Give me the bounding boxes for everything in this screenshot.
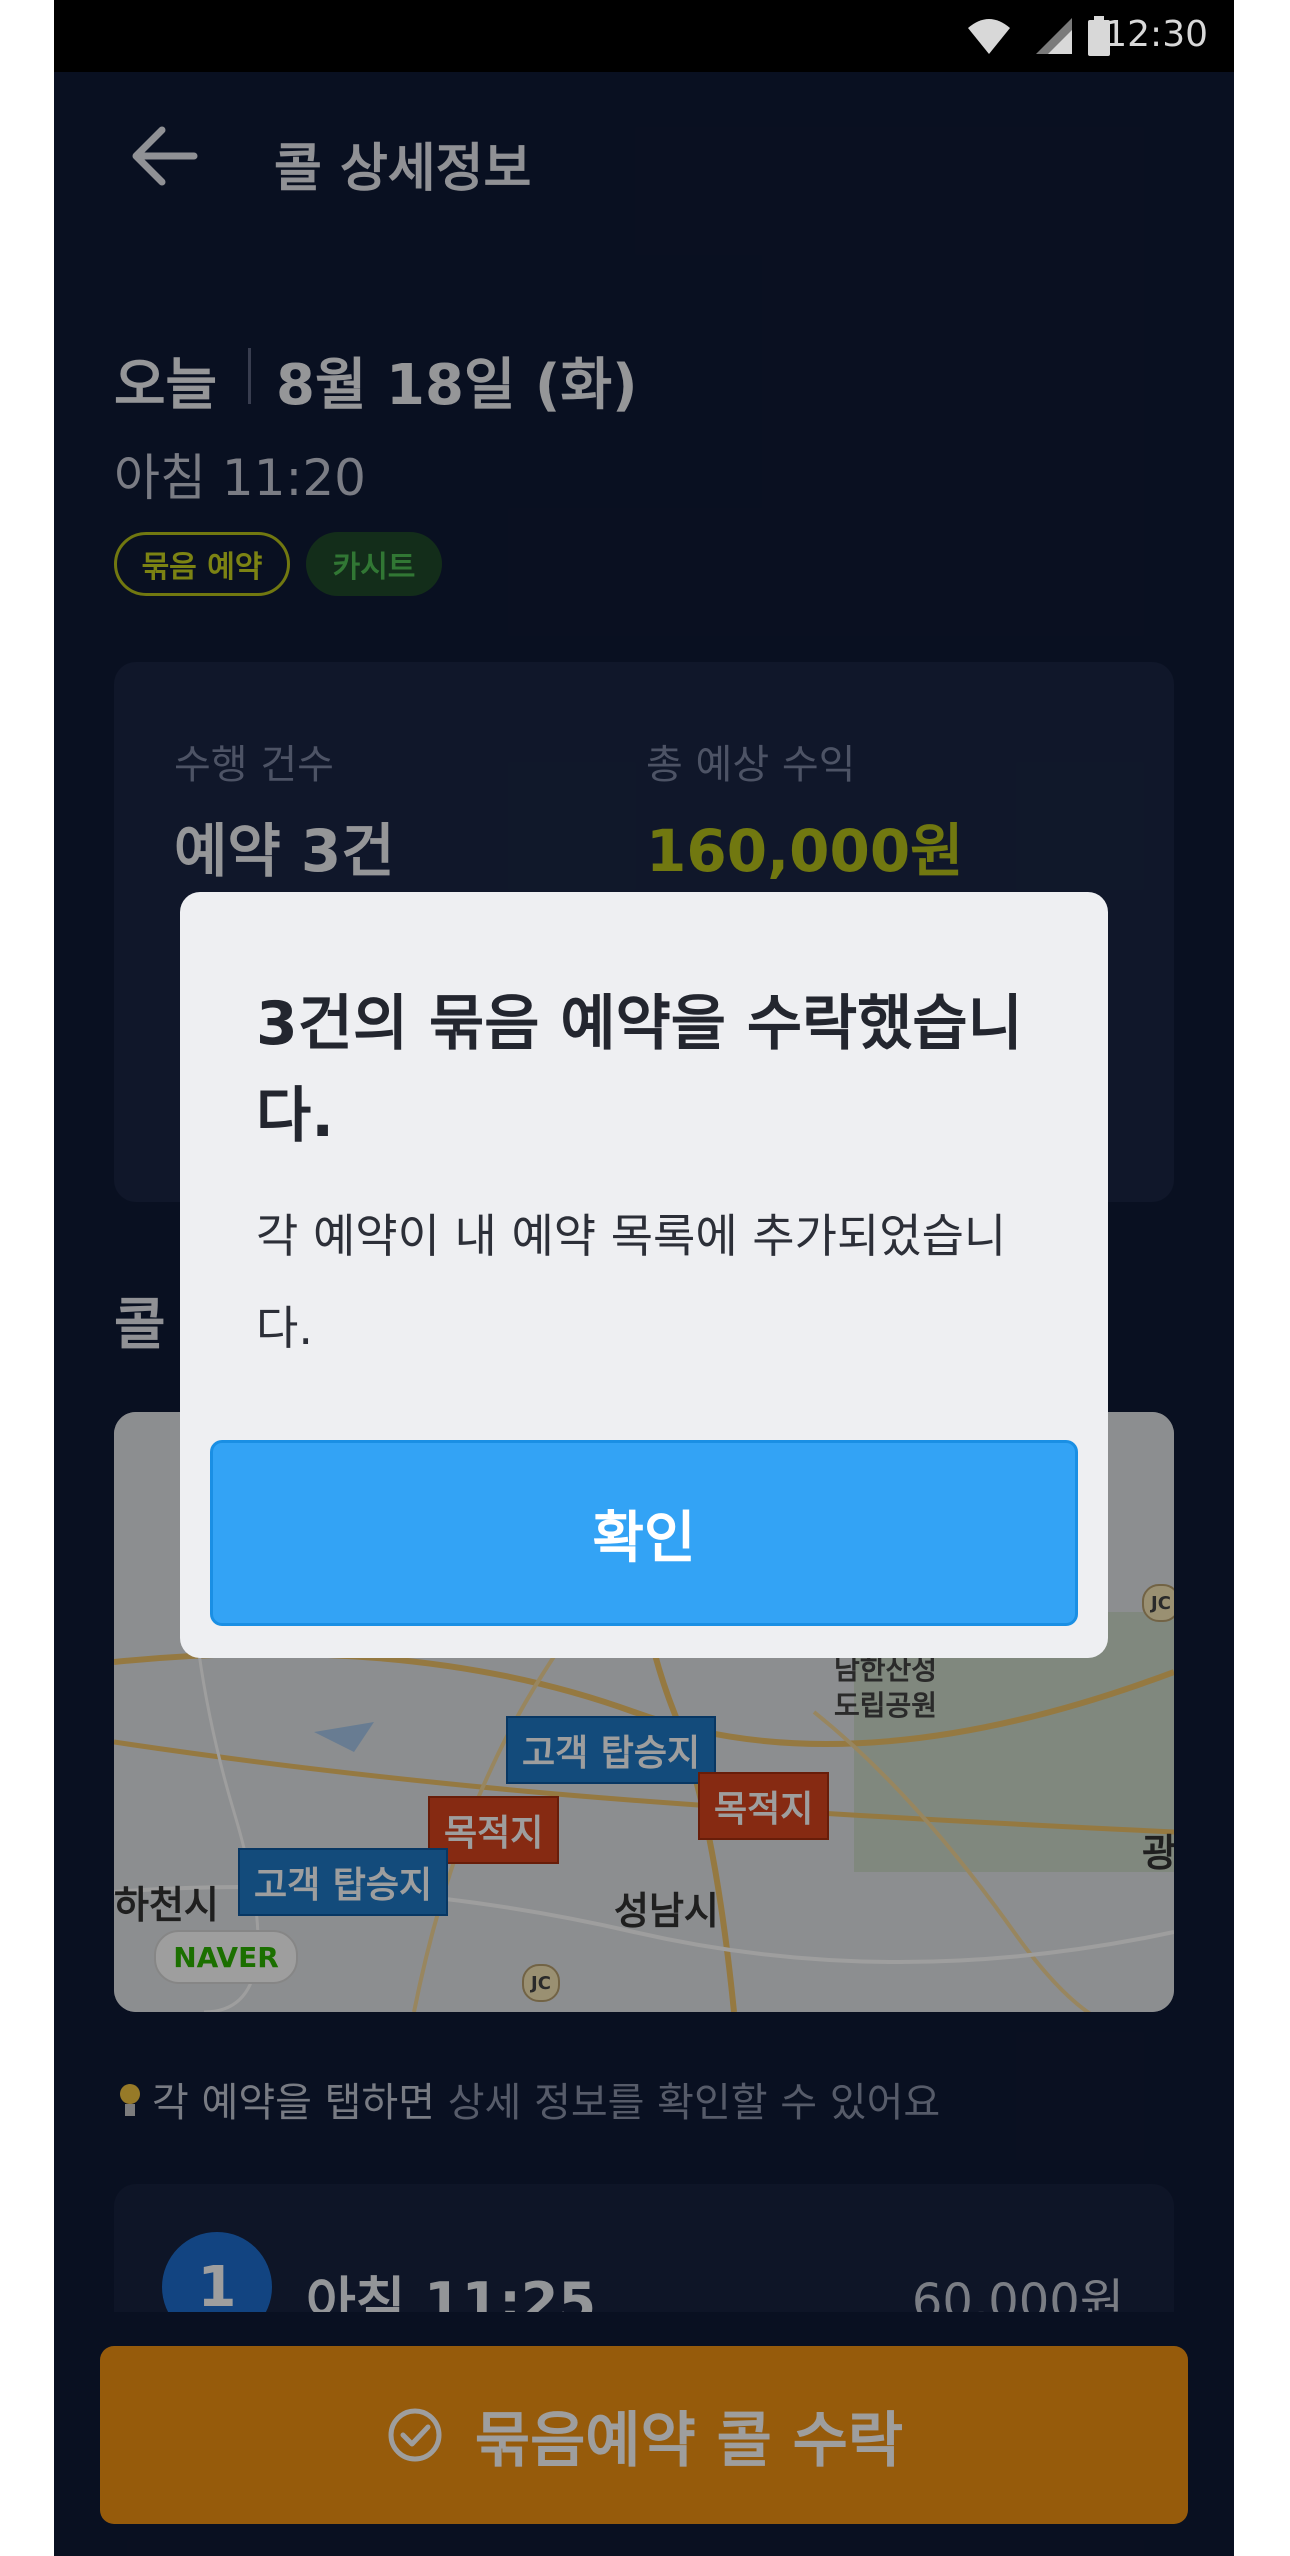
- status-time: 12:30: [1104, 14, 1208, 55]
- dialog-title: 3건의 묶음 예약을 수락했습니다.: [256, 989, 1023, 1151]
- phone-screen: 12:30 콜 상세정보 오늘 8월 18일 (화) 아침 11:20 묶음 예…: [54, 0, 1234, 2556]
- dialog-message: 각 예약이 내 예약 목록에 추가되었습니다.: [256, 1209, 1007, 1355]
- confirm-button[interactable]: 확인: [210, 1440, 1078, 1626]
- status-bar: 12:30: [54, 0, 1234, 72]
- signal-icon: [1036, 18, 1072, 54]
- wifi-icon: [968, 19, 1010, 54]
- confirmation-dialog: 3건의 묶음 예약을 수락했습니다. 각 예약이 내 예약 목록에 추가되었습니…: [180, 892, 1108, 1658]
